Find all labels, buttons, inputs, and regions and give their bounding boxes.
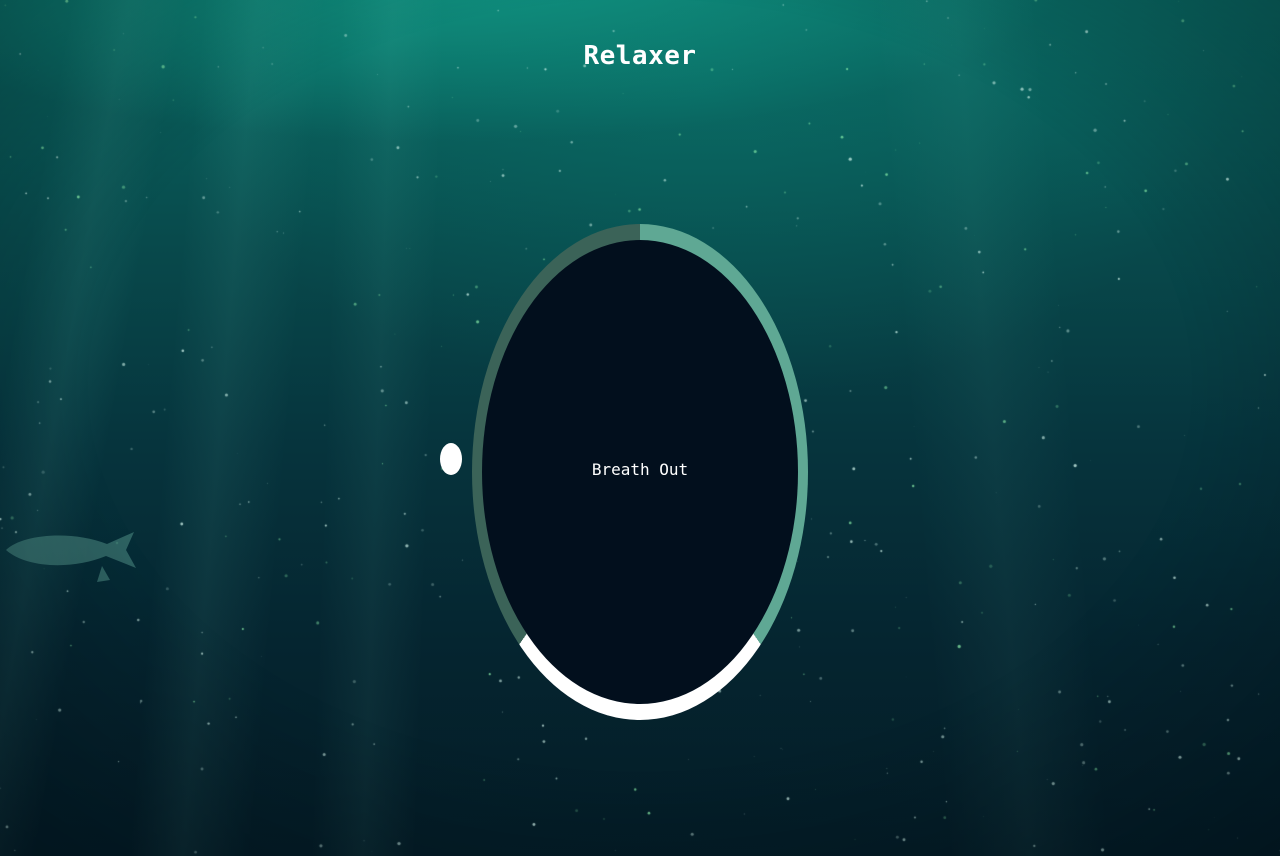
pointer-dot-icon: [440, 443, 462, 475]
fish-icon: [6, 532, 136, 582]
app-title: Relaxer: [583, 41, 697, 72]
breath-circle: Breath Out: [472, 224, 808, 720]
breath-status-text: Breath Out: [591, 460, 689, 479]
